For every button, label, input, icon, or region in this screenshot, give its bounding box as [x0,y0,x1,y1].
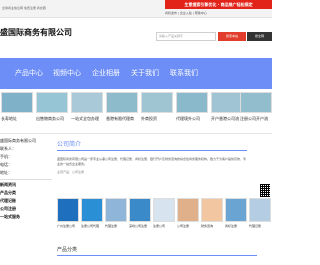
top-nav-links[interactable]: 商机发布 | 企业入驻 | 帮助中心 [165,11,207,15]
product-card-caption[interactable]: 广州注册公司 [57,224,79,228]
thumb-item[interactable]: 外商投资 [141,92,173,122]
thumb-item[interactable]: 出售物商务公司 [36,92,68,122]
nav-products[interactable]: 产品中心 [15,58,43,89]
sidebar-block[interactable]: 一站式服务 [0,214,52,220]
product-card-image [177,198,199,222]
header: 盛国际商务有限公司 请输入产品关键字 搜索本站 搜全网 [0,18,272,58]
search-site-button[interactable]: 搜索本站 [218,32,246,41]
thumb-item[interactable]: 一站式全包办理 [71,92,103,122]
product-card-caption[interactable]: 注册公司 [153,224,175,228]
thumb-caption[interactable]: 一站式全包办理 [71,116,103,122]
product-card[interactable]: 财务咨询 [201,198,223,228]
qr-code-icon [260,184,270,197]
sidebar-block[interactable]: 新闻资讯 [0,182,52,188]
thumb-caption[interactable]: 香港有限代理商 [106,116,138,122]
sidebar-divider [0,179,52,180]
product-card-caption[interactable]: 代理记账 [249,224,271,228]
contact-mobile: 手机： [0,154,12,159]
thumb-caption[interactable]: 注册公司开户流 [240,116,272,122]
product-card[interactable]: 广州注册公司 [57,198,79,228]
thumb-item[interactable]: 注册公司开户流 [240,92,272,122]
company-meta: 主营产品：公司注册 [57,170,85,174]
product-card-caption[interactable]: 公司注册 [177,224,199,228]
product-card[interactable]: 商标注册 [225,198,247,228]
sidebar-block[interactable]: 代理记账 [0,198,52,204]
product-card-image [201,198,223,222]
thumb-caption[interactable]: 代理境外公司 [176,116,208,122]
thumb-caption[interactable]: 出售物商务公司 [36,116,68,122]
thumb-item[interactable]: 开户香港公司流 [211,92,243,122]
product-cards: 广州注册公司 注册公司代理 代理注册 深圳公司注册 注册公司 公司注册 财务咨询… [57,198,272,236]
thumb-image [240,92,272,113]
company-name: 盛国际商务有限公司 [0,28,72,37]
product-thumbnails: 长寿地址 出售物商务公司 一站式全包办理 香港有限代理商 外商投资 代理境外公司… [0,89,272,131]
product-card-caption[interactable]: 注册公司代理 [81,224,103,228]
search-input[interactable]: 请输入产品关键字 [156,32,216,41]
nav-contact[interactable]: 联系我们 [170,58,198,89]
contact-person: 联系人： [0,146,16,151]
product-card[interactable]: 注册公司 [153,198,175,228]
nav-about[interactable]: 关于我们 [131,58,159,89]
section-title: 公司简介 [57,139,247,151]
contact-address: 地址： [0,170,12,175]
product-card[interactable]: 深圳公司注册 [129,198,151,228]
top-bar: 全球商业信息网 免费注册 商友圈 生意搜索引擎优化 · 商品推广轻松搞定 商机发… [0,0,272,18]
product-card-caption[interactable]: 财务咨询 [201,224,223,228]
site-links[interactable]: 全球商业信息网 免费注册 商友圈 [2,6,46,10]
main-nav: 产品中心 视频中心 企业相册 关于我们 联系我们 [0,58,272,89]
product-card[interactable]: 代理注册 [105,198,127,228]
product-card-image [129,198,151,222]
product-card[interactable]: 代理记账 [249,198,271,228]
product-card-caption[interactable]: 深圳公司注册 [129,224,151,228]
product-card-image [249,198,271,222]
search-all-button[interactable]: 搜全网 [247,32,272,41]
thumb-image [1,92,33,113]
main-content: 公司简介 盛国际商务有限公司是一家专业从事公司注册、代理记账、商标注册、银行开户… [57,139,257,174]
product-card-image [105,198,127,222]
thumb-caption[interactable]: 长寿地址 [1,116,33,122]
thumb-image [211,92,243,113]
thumb-image [176,92,208,113]
thumb-image [141,92,173,113]
thumb-item[interactable]: 长寿地址 [1,92,33,122]
thumb-caption[interactable]: 外商投资 [141,116,173,122]
thumb-caption[interactable]: 开户香港公司流 [211,116,243,122]
sidebar-block[interactable]: 产品分类 [0,190,52,196]
company-intro: 盛国际商务有限公司是一家专业从事公司注册、代理记账、商标注册、银行开户及财务咨询… [57,157,247,166]
contact-company: 盛国际商务有限公司 [0,138,36,143]
product-card-caption[interactable]: 商标注册 [225,224,247,228]
contact-phone: 电话： [0,162,12,167]
thumb-item[interactable]: 代理境外公司 [176,92,208,122]
product-card[interactable]: 注册公司代理 [81,198,103,228]
product-card[interactable]: 公司注册 [177,198,199,228]
product-card-image [81,198,103,222]
thumb-image [36,92,68,113]
product-card-image [57,198,79,222]
nav-album[interactable]: 企业相册 [92,58,120,89]
sidebar: 盛国际商务有限公司 联系人： 手机： 电话： 地址： 新闻资讯 产品分类 代理记… [0,136,52,220]
products-section-title: 产品分类 [57,246,257,256]
thumb-item[interactable]: 香港有限代理商 [106,92,138,122]
product-card-image [153,198,175,222]
product-card-image [225,198,247,222]
thumb-image [106,92,138,113]
product-card-caption[interactable]: 代理注册 [105,224,127,228]
promo-banner[interactable]: 生意搜索引擎优化 · 商品推广轻松搞定 [165,0,272,9]
sidebar-block[interactable]: 公司注册 [0,206,52,212]
thumb-image [71,92,103,113]
nav-videos[interactable]: 视频中心 [53,58,81,89]
divider [0,133,272,134]
